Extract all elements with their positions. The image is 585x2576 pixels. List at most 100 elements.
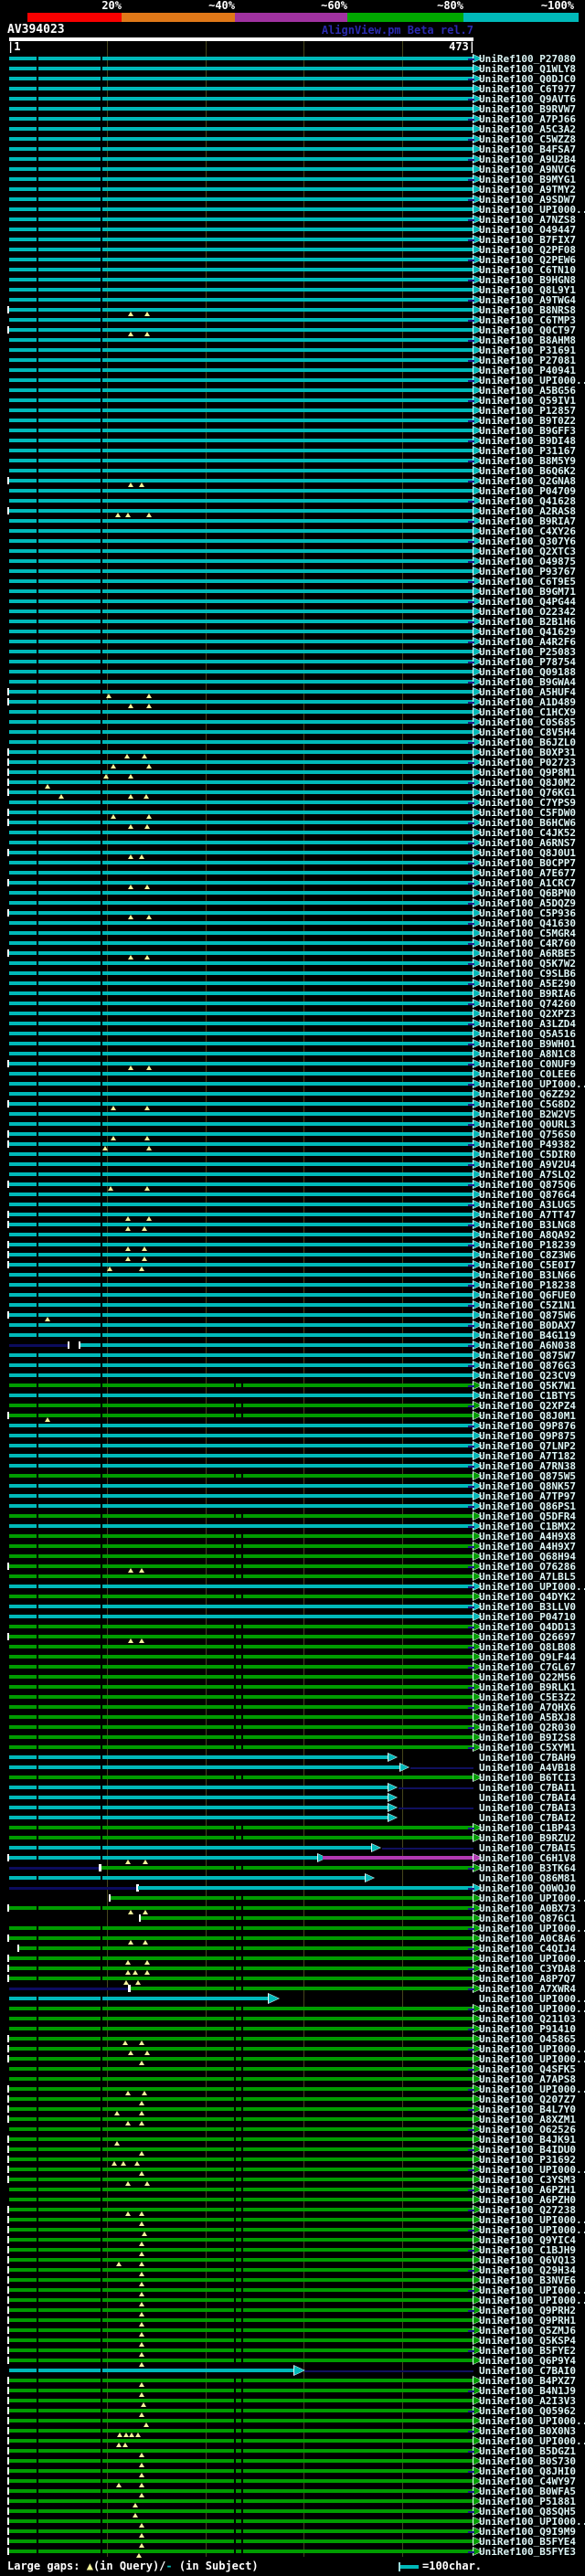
hit-label[interactable]: UniRef100_UPI000.. bbox=[479, 2225, 585, 2235]
alignment-row[interactable]: UniRef100_A9V2U4 bbox=[0, 1160, 585, 1170]
alignment-row[interactable]: UniRef100_B5FYE4 bbox=[0, 2537, 585, 2547]
hit-label[interactable]: UniRef100_B9MYG1 bbox=[479, 175, 585, 185]
hit-bar[interactable] bbox=[9, 549, 473, 553]
hit-bar[interactable] bbox=[9, 670, 473, 673]
hit-label[interactable]: UniRef100_C7BAI5 bbox=[479, 1843, 585, 1853]
alignment-row[interactable]: UniRef100_UPI000.. bbox=[0, 1994, 585, 2004]
alignment-row[interactable]: UniRef100_B2W2V5 bbox=[0, 1109, 585, 1119]
hit-bar[interactable] bbox=[9, 1022, 473, 1025]
hit-label[interactable]: UniRef100_UPI000.. bbox=[479, 2517, 585, 2527]
hit-bar[interactable] bbox=[101, 1866, 473, 1870]
alignment-row[interactable]: UniRef100_P18239 bbox=[0, 1240, 585, 1250]
hit-label[interactable]: UniRef100_P04710 bbox=[479, 1612, 585, 1622]
alignment-row[interactable]: UniRef100_Q4DYK2 bbox=[0, 1592, 585, 1602]
alignment-row[interactable]: UniRef100_UPI000.. bbox=[0, 2215, 585, 2225]
hit-label[interactable]: UniRef100_B3LLV0 bbox=[479, 1602, 585, 1612]
alignment-row[interactable]: UniRef100_A4VB18 bbox=[0, 1763, 585, 1773]
hit-label[interactable]: UniRef100_P51881 bbox=[479, 2496, 585, 2507]
hit-bar[interactable] bbox=[9, 650, 473, 653]
hit-bar[interactable] bbox=[9, 258, 473, 261]
hit-bar[interactable] bbox=[9, 821, 473, 824]
hit-label[interactable]: UniRef100_Q207Z7 bbox=[479, 2094, 585, 2104]
alignment-row[interactable]: UniRef100_UPI000.. bbox=[0, 2004, 585, 2014]
hit-bar[interactable] bbox=[9, 1373, 473, 1377]
hit-bar[interactable] bbox=[9, 770, 473, 774]
alignment-row[interactable]: UniRef100_C0NUF9 bbox=[0, 1059, 585, 1069]
alignment-row[interactable]: UniRef100_A9TMY2 bbox=[0, 185, 585, 195]
alignment-row[interactable]: UniRef100_B0CPP7 bbox=[0, 858, 585, 868]
alignment-row[interactable]: UniRef100_Q9P876 bbox=[0, 1421, 585, 1431]
hit-label[interactable]: UniRef100_UPI000.. bbox=[479, 1924, 585, 1934]
hit-label[interactable]: UniRef100_C4WY97 bbox=[479, 2476, 585, 2486]
hit-bar[interactable] bbox=[9, 328, 473, 332]
hit-label[interactable]: UniRef100_A8P7Q7 bbox=[479, 1974, 585, 1984]
alignment-row[interactable]: UniRef100_B0WFA5 bbox=[0, 2486, 585, 2496]
hit-label[interactable]: UniRef100_Q4PG44 bbox=[479, 597, 585, 607]
hit-label[interactable]: UniRef100_Q2XTC3 bbox=[479, 546, 585, 557]
hit-label[interactable]: UniRef100_UPI000.. bbox=[479, 1954, 585, 1964]
alignment-row[interactable]: UniRef100_B6Q6K2 bbox=[0, 466, 585, 476]
hit-label[interactable]: UniRef100_Q876G4 bbox=[479, 1190, 585, 1200]
alignment-row[interactable]: UniRef100_P02723 bbox=[0, 758, 585, 768]
hit-label[interactable]: UniRef100_A5C3A2 bbox=[479, 124, 585, 134]
alignment-row[interactable]: UniRef100_P40941 bbox=[0, 366, 585, 376]
alignment-row[interactable]: UniRef100_B0X0N3 bbox=[0, 2426, 585, 2436]
hit-bar[interactable] bbox=[9, 77, 473, 80]
alignment-row[interactable]: UniRef100_C1BP43 bbox=[0, 1823, 585, 1833]
hit-bar[interactable] bbox=[9, 1876, 366, 1880]
hit-label[interactable]: UniRef100_O62526 bbox=[479, 2125, 585, 2135]
hit-bar[interactable] bbox=[19, 1946, 473, 1950]
hit-label[interactable]: UniRef100_A3LZD4 bbox=[479, 1019, 585, 1029]
alignment-row[interactable]: UniRef100_B6HCW6 bbox=[0, 818, 585, 828]
hit-label[interactable]: UniRef100_C6TMP3 bbox=[479, 315, 585, 325]
hit-label[interactable]: UniRef100_B9RIA6 bbox=[479, 989, 585, 999]
hit-bar[interactable] bbox=[9, 640, 473, 643]
alignment-row[interactable]: UniRef100_B0XP31 bbox=[0, 747, 585, 758]
alignment-row[interactable]: UniRef100_Q9LF44 bbox=[0, 1652, 585, 1662]
alignment-row[interactable]: UniRef100_Q2R030 bbox=[0, 1723, 585, 1733]
alignment-row[interactable]: UniRef100_C5E0I7 bbox=[0, 1260, 585, 1270]
hit-label[interactable]: UniRef100_C7BAI3 bbox=[479, 1803, 585, 1813]
hit-label[interactable]: UniRef100_B9T0Z2 bbox=[479, 416, 585, 426]
alignment-row[interactable]: UniRef100_Q2XPZ4 bbox=[0, 1401, 585, 1411]
alignment-row[interactable]: UniRef100_A7LBL5 bbox=[0, 1572, 585, 1582]
hit-label[interactable]: UniRef100_Q9YIC4 bbox=[479, 2235, 585, 2245]
hit-label[interactable]: UniRef100_Q5A516 bbox=[479, 1029, 585, 1039]
alignment-row[interactable]: UniRef100_A7T182 bbox=[0, 1451, 585, 1461]
alignment-row[interactable]: UniRef100_Q5K7W1 bbox=[0, 1381, 585, 1391]
hit-label[interactable]: UniRef100_A6PZH1 bbox=[479, 2185, 585, 2195]
hit-bar[interactable] bbox=[9, 469, 473, 472]
alignment-row[interactable]: UniRef100_C7BAI0 bbox=[0, 2366, 585, 2376]
hit-label[interactable]: UniRef100_C5Z1N1 bbox=[479, 1300, 585, 1310]
hit-bar[interactable] bbox=[9, 1806, 388, 1809]
alignment-row[interactable]: UniRef100_UPI000.. bbox=[0, 2054, 585, 2064]
hit-bar[interactable] bbox=[9, 1333, 473, 1337]
hit-label[interactable]: UniRef100_A9U2B4 bbox=[479, 154, 585, 164]
hit-label[interactable]: UniRef100_A7LBL5 bbox=[479, 1572, 585, 1582]
hit-label[interactable]: UniRef100_B4JK91 bbox=[479, 2135, 585, 2145]
hit-bar[interactable] bbox=[9, 97, 473, 101]
hit-label[interactable]: UniRef100_A7SLQ2 bbox=[479, 1170, 585, 1180]
hit-label[interactable]: UniRef100_A7NZS8 bbox=[479, 215, 585, 225]
alignment-row[interactable]: UniRef100_C5P936 bbox=[0, 908, 585, 918]
hit-label[interactable]: UniRef100_A8N1C8 bbox=[479, 1049, 585, 1059]
alignment-row[interactable]: UniRef100_B9MYG1 bbox=[0, 175, 585, 185]
alignment-row[interactable]: UniRef100_O49447 bbox=[0, 225, 585, 235]
hit-bar[interactable] bbox=[9, 1213, 473, 1216]
alignment-row[interactable]: UniRef100_P51881 bbox=[0, 2496, 585, 2507]
alignment-row[interactable]: UniRef100_Q2GNA8 bbox=[0, 476, 585, 486]
alignment-row[interactable]: UniRef100_B9T0Z2 bbox=[0, 416, 585, 426]
hit-label[interactable]: UniRef100_Q4DYK2 bbox=[479, 1592, 585, 1602]
hit-label[interactable]: UniRef100_Q2XPZ3 bbox=[479, 1009, 585, 1019]
alignment-row[interactable]: UniRef100_Q86M81 bbox=[0, 1873, 585, 1883]
alignment-row[interactable]: UniRef100_Q9PRH2 bbox=[0, 2306, 585, 2316]
hit-label[interactable]: UniRef100_B9GM71 bbox=[479, 587, 585, 597]
alignment-row[interactable]: UniRef100_C5DIR0 bbox=[0, 1150, 585, 1160]
alignment-row[interactable]: UniRef100_Q8LB08 bbox=[0, 1642, 585, 1652]
alignment-row[interactable]: UniRef100_A7NZS8 bbox=[0, 215, 585, 225]
alignment-row[interactable]: UniRef100_C9SLB6 bbox=[0, 969, 585, 979]
hit-bar[interactable] bbox=[9, 1856, 318, 1860]
alignment-row[interactable]: UniRef100_A6PZH0 bbox=[0, 2195, 585, 2205]
alignment-row[interactable]: UniRef100_C7BAI3 bbox=[0, 1803, 585, 1813]
hit-label[interactable]: UniRef100_Q9PRH2 bbox=[479, 2306, 585, 2316]
